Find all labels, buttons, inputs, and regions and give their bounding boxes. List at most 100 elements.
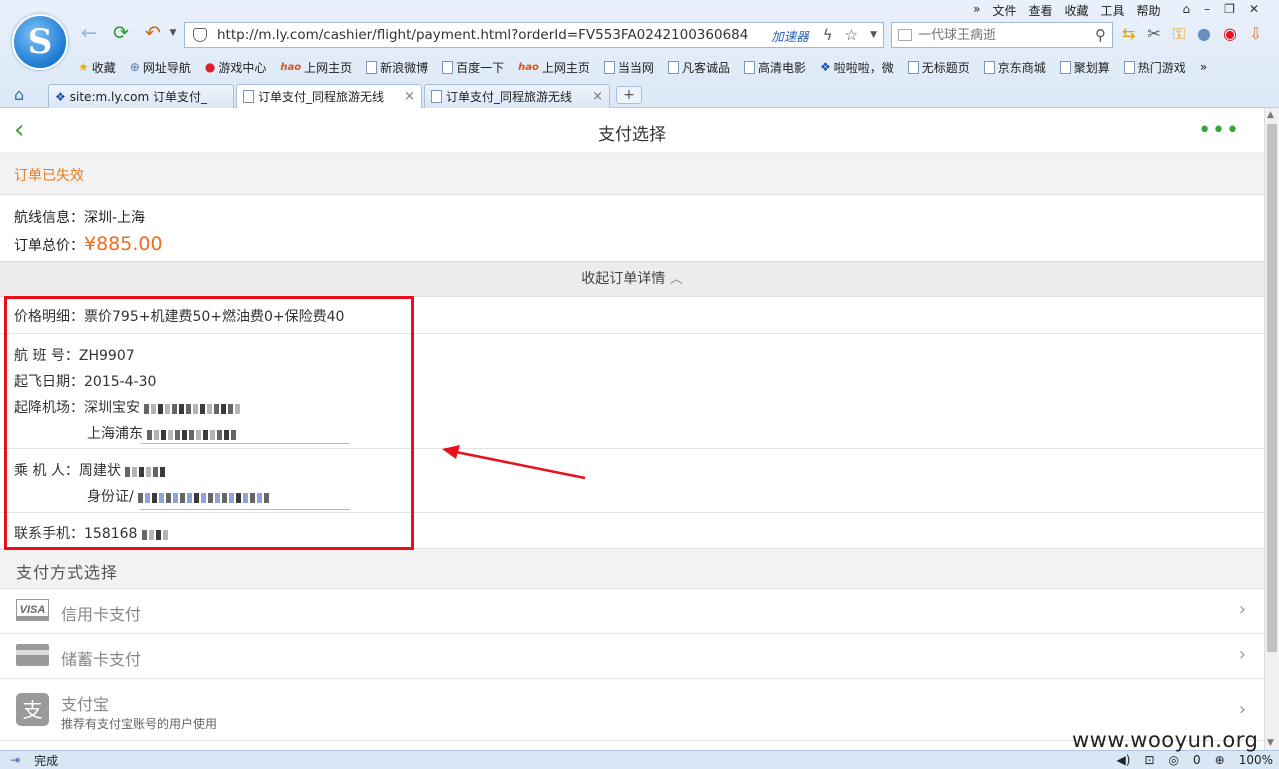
price-label: 价格明细： (14, 309, 84, 325)
menu-file[interactable]: 文件 (992, 2, 1016, 19)
sidebar-toggle-icon[interactable]: ⇥ (10, 753, 20, 767)
chevron-right-icon: › (1238, 644, 1246, 665)
bookmark-dangdang[interactable]: 当当网 (603, 59, 654, 76)
download-manager-icon[interactable]: ⊡ (1144, 753, 1154, 767)
collapse-label: 收起订单详情 (581, 271, 666, 287)
menu-tools[interactable]: 工具 (1101, 2, 1125, 19)
download-icon[interactable]: ⇩ (1249, 24, 1262, 44)
chevron-right-icon: › (1238, 599, 1246, 620)
airport-label: 起降机场： (14, 400, 84, 416)
bookmark-hot-games[interactable]: 热门游戏 (1123, 59, 1186, 76)
page-header: ‹ 支付选择 ••• (0, 108, 1264, 153)
adblock-icon[interactable]: ◎ (1169, 753, 1179, 767)
price-breakdown: 票价795+机建费50+燃油费0+保险费40 (84, 309, 345, 325)
bookmark-untitled[interactable]: 无标题页 (907, 59, 970, 76)
svg-text:VISA: VISA (20, 604, 46, 616)
scroll-up-icon[interactable]: ▲ (1267, 110, 1274, 120)
search-icon[interactable]: ⚲ (1095, 26, 1106, 44)
menu-overflow[interactable]: » (973, 2, 980, 19)
bookmarks-overflow[interactable]: » (1200, 60, 1207, 74)
price-row: 价格明细：票价795+机建费50+燃油费0+保险费40 (0, 297, 1264, 334)
bookmark-weibo[interactable]: 新浪微博 (366, 59, 428, 76)
zoom-icon[interactable]: ⊕ (1215, 753, 1225, 767)
pay-debit-card-label: 储蓄卡支付 (61, 650, 142, 669)
scroll-thumb[interactable] (1267, 124, 1277, 652)
bookmark-hao-home[interactable]: hao 上网主页 (280, 59, 352, 76)
bookmark-lalala[interactable]: ❖ 啦啦啦，微 (820, 59, 894, 76)
bookmark-movies[interactable]: 高清电影 (743, 59, 806, 76)
accelerator-button[interactable]: 加速器 (771, 26, 809, 45)
page-icon (442, 60, 454, 74)
bookmark-baidu[interactable]: 百度一下 (442, 59, 504, 76)
bell-icon[interactable]: ◉ (1223, 24, 1237, 44)
bookmark-games[interactable]: ● 游戏中心 (205, 59, 267, 76)
restore-button[interactable]: ❐ (1224, 2, 1235, 19)
status-bar: ⇥ 完成 ◀) ⊡ ◎ 0 ⊕ 100% (0, 750, 1279, 769)
scroll-down-icon[interactable]: ▼ (1267, 738, 1274, 748)
close-tab-icon[interactable]: × (404, 89, 415, 104)
home-icon[interactable]: ⌂ (14, 85, 24, 104)
tab-payment-2[interactable]: 订单支付_同程旅游无线 × (424, 84, 610, 108)
star-icon[interactable]: ☆ (845, 26, 858, 44)
page-content: ‹ 支付选择 ••• 订单已失效 航线信息： 深圳-上海 订单总价： ¥885.00… (0, 108, 1264, 750)
tab-payment-active[interactable]: 订单支付_同程旅游无线 × (236, 84, 422, 108)
search-engine-icon[interactable] (898, 29, 912, 41)
hao-icon: hao (280, 61, 302, 73)
bookmark-nav[interactable]: ⊕ 网址导航 (130, 59, 191, 76)
order-summary: 航线信息： 深圳-上海 订单总价： ¥885.00 (0, 195, 1264, 261)
skin-icon[interactable]: ⌂ (1183, 2, 1191, 19)
search-box[interactable]: ⚲ (891, 22, 1113, 48)
url-text[interactable]: http://m.ly.com/cashier/flight/payment.h… (217, 27, 771, 43)
contact-phone: 158168 (84, 526, 138, 542)
tab-site-search[interactable]: ❖ site:m.ly.com 订单支付_ (48, 84, 234, 108)
menu-bar: » 文件 查看 收藏 工具 帮助 ⌂ – ❐ ✕ (973, 2, 1259, 19)
scissors-icon[interactable]: ✂ (1147, 24, 1160, 44)
more-options-icon[interactable]: ••• (1198, 118, 1240, 143)
bookmark-juhuasuan[interactable]: 聚划算 (1059, 59, 1110, 76)
menu-favorites[interactable]: 收藏 (1065, 2, 1089, 19)
zoom-level[interactable]: 100% (1239, 753, 1273, 767)
watermark: www.wooyun.org (1072, 728, 1259, 752)
refresh-icon[interactable]: ⟳ (110, 22, 132, 44)
security-shield-icon (193, 28, 207, 42)
redacted-text (138, 491, 271, 503)
address-dropdown-icon[interactable]: ▼ (870, 30, 877, 40)
menu-view[interactable]: 查看 (1028, 2, 1052, 19)
page-icon (983, 60, 995, 74)
visa-card-icon: VISA (16, 599, 49, 621)
close-window-button[interactable]: ✕ (1249, 2, 1259, 19)
new-tab-button[interactable]: + (616, 86, 642, 104)
pay-debit-card[interactable]: 储蓄卡支付 › (0, 634, 1264, 679)
speaker-icon[interactable]: ◀) (1117, 753, 1131, 767)
route-label: 航线信息： (14, 210, 84, 226)
bookmark-vancl[interactable]: 凡客诚品 (667, 59, 730, 76)
vertical-scrollbar[interactable]: ▲ ▼ (1264, 108, 1279, 750)
lightning-icon[interactable]: ϟ (823, 26, 833, 44)
page-icon (603, 60, 615, 74)
address-bar[interactable]: http://m.ly.com/cashier/flight/payment.h… (184, 22, 884, 48)
page-icon (907, 60, 919, 74)
back-to-window-icon[interactable]: ⇆ (1122, 24, 1135, 44)
back-arrow-icon[interactable]: ← (78, 22, 100, 44)
chat-icon[interactable]: ● (1197, 24, 1211, 44)
adblock-count: 0 (1192, 753, 1201, 767)
flight-block: 航 班 号：ZH9907 起飞日期：2015-4-30 起降机场：深圳宝安 上海… (0, 334, 1264, 449)
bookmark-jd[interactable]: 京东商城 (983, 59, 1046, 76)
undo-icon[interactable]: ↶ (142, 22, 164, 44)
collapse-details-toggle[interactable]: 收起订单详情 ︿ (0, 261, 1264, 297)
bookmark-favorites[interactable]: ★ 收藏 (78, 59, 116, 76)
svg-text:支: 支 (23, 698, 43, 722)
browser-logo: S (12, 14, 68, 70)
search-input[interactable] (918, 27, 1095, 43)
minimize-button[interactable]: – (1204, 2, 1210, 19)
bookmark-hao-home-2[interactable]: hao 上网主页 (518, 59, 590, 76)
close-tab-icon[interactable]: × (592, 89, 603, 104)
key-icon[interactable]: ⚿ (1173, 24, 1185, 44)
menu-help[interactable]: 帮助 (1137, 2, 1161, 19)
undo-dropdown-icon[interactable]: ▼ (162, 22, 184, 44)
bookmarks-bar: ★ 收藏 ⊕ 网址导航 ● 游戏中心 hao 上网主页 新浪微博 百度一下 hao 上网主… (78, 56, 1278, 78)
hao-icon: hao (518, 61, 539, 73)
date-label: 起飞日期： (14, 374, 84, 390)
toolbar-icons: ⇆ ✂ ⚿ ● ◉ ⇩ (1122, 24, 1262, 44)
pay-credit-card[interactable]: VISA 信用卡支付 › (0, 589, 1264, 634)
